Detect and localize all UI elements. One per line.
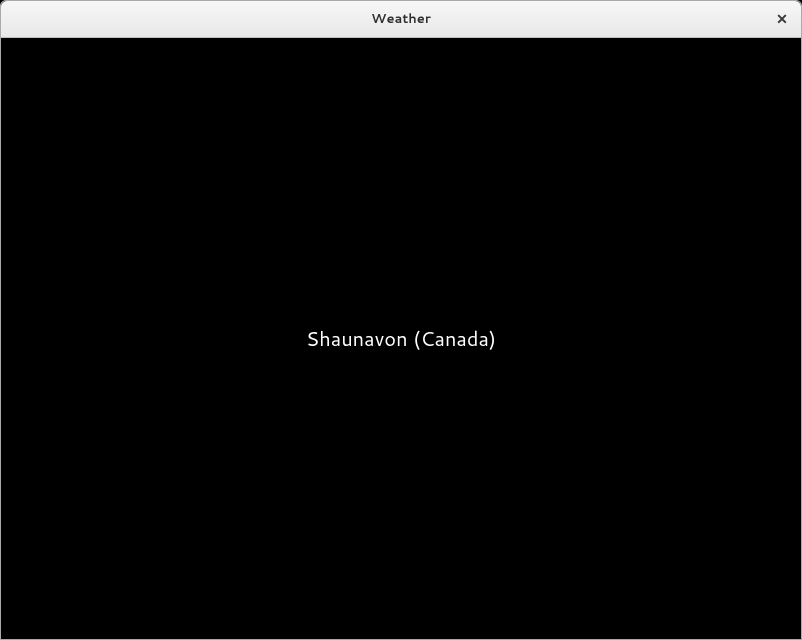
close-icon: ✕: [776, 12, 788, 26]
close-button[interactable]: ✕: [771, 8, 793, 30]
window-title: Weather: [371, 10, 431, 28]
titlebar: Weather ✕: [1, 1, 801, 38]
location-label: Shaunavon (Canada): [306, 325, 496, 353]
content-area: Shaunavon (Canada): [1, 38, 801, 639]
